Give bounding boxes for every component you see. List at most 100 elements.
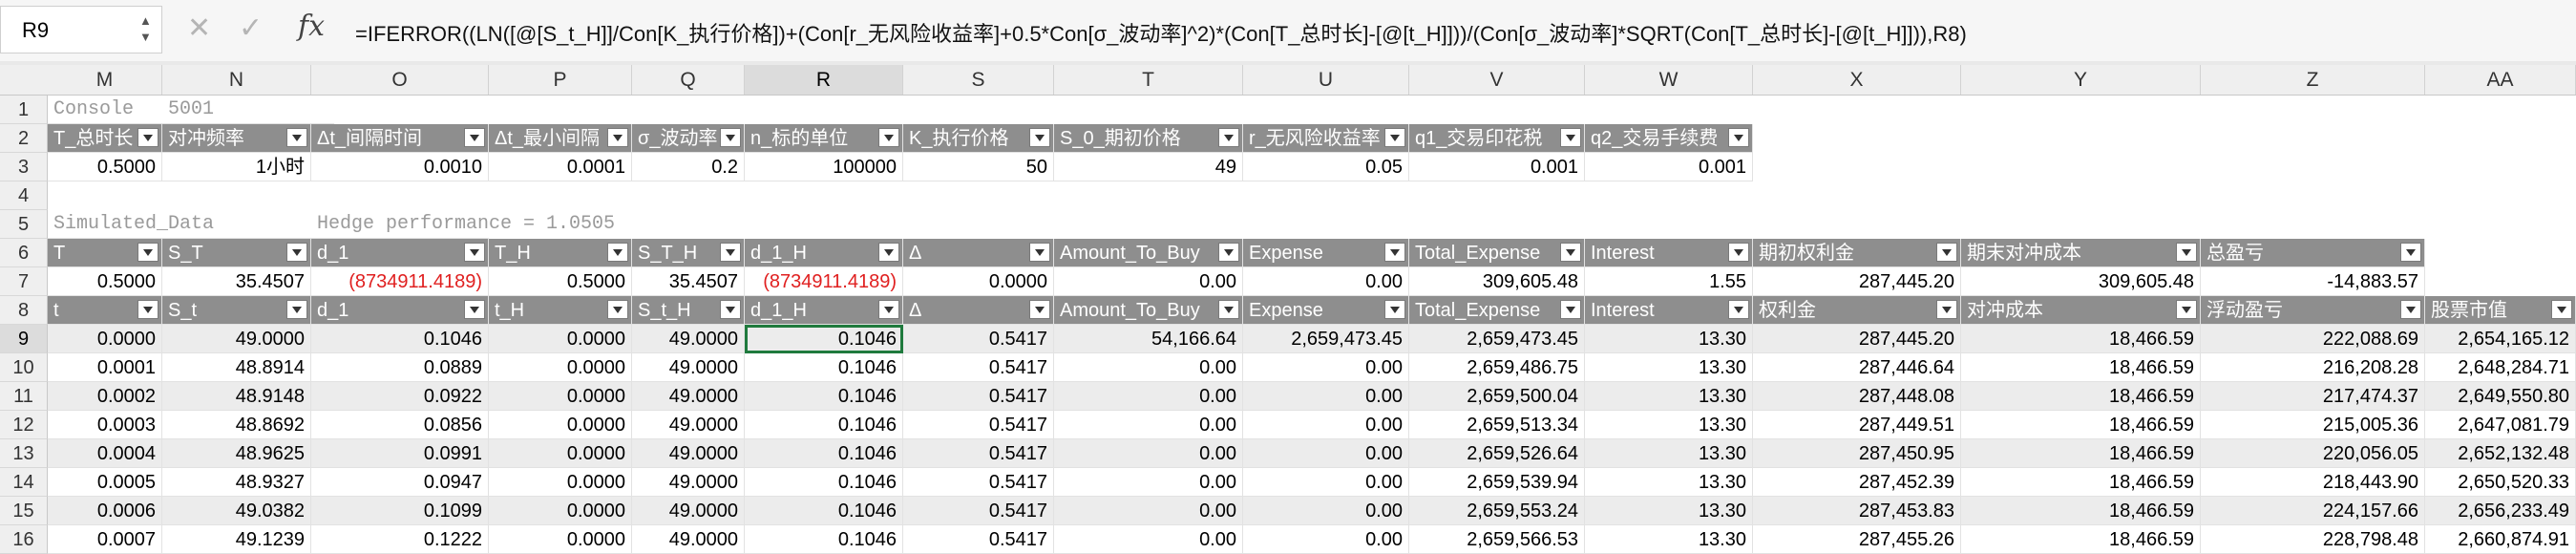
table-header-cell[interactable]: Interest	[1585, 239, 1753, 267]
table-header-cell[interactable]: q2_交易手续费	[1585, 124, 1753, 153]
cell-m16[interactable]: 0.0007	[48, 525, 162, 554]
table-header-cell[interactable]: Amount_To_Buy	[1054, 296, 1243, 325]
cell-aa11[interactable]: 2,649,550.80	[2425, 382, 2576, 411]
cell-t9[interactable]: 54,166.64	[1054, 325, 1243, 353]
cell-p7[interactable]: 0.5000	[489, 267, 632, 296]
table-header-cell[interactable]: t	[48, 296, 162, 325]
cell-m7[interactable]: 0.5000	[48, 267, 162, 296]
cell-v13[interactable]: 2,659,526.64	[1409, 439, 1585, 468]
column-header-v[interactable]: V	[1409, 65, 1585, 95]
cell-n10[interactable]: 48.8914	[162, 353, 311, 382]
filter-dropdown-icon[interactable]	[1218, 300, 1239, 319]
cell-p10[interactable]: 0.0000	[489, 353, 632, 382]
table-header-cell[interactable]: d_1	[311, 239, 489, 267]
cell-x10[interactable]: 287,446.64	[1753, 353, 1961, 382]
row-header[interactable]: 5	[0, 210, 48, 239]
cell-x9[interactable]: 287,445.20	[1753, 325, 1961, 353]
cell-r3[interactable]: 100000	[745, 153, 903, 181]
cell-r11[interactable]: 0.1046	[745, 382, 903, 411]
cell-r10[interactable]: 0.1046	[745, 353, 903, 382]
cell-n1[interactable]: 5001	[162, 96, 311, 124]
cell-o15[interactable]: 0.1099	[311, 497, 489, 525]
cancel-icon[interactable]: ✕	[187, 11, 211, 45]
cell-z14[interactable]: 218,443.90	[2201, 468, 2425, 497]
cell-w10[interactable]: 13.30	[1585, 353, 1753, 382]
cell-aa15[interactable]: 2,656,233.49	[2425, 497, 2576, 525]
table-header-cell[interactable]: Δt_最小间隔	[489, 124, 632, 153]
cell-r12[interactable]: 0.1046	[745, 411, 903, 439]
cell-y16[interactable]: 18,466.59	[1961, 525, 2201, 554]
cell-t13[interactable]: 0.00	[1054, 439, 1243, 468]
filter-dropdown-icon[interactable]	[464, 128, 485, 147]
cell-w14[interactable]: 13.30	[1585, 468, 1753, 497]
cell-u11[interactable]: 0.00	[1243, 382, 1409, 411]
formula-input[interactable]: =IFERROR((LN([@[S_t_H]]/Con[K_执行价格])+(Co…	[355, 17, 1967, 48]
column-header-w[interactable]: W	[1585, 65, 1753, 95]
filter-dropdown-icon[interactable]	[1029, 128, 1050, 147]
table-header-cell[interactable]: S_0_期初价格	[1054, 124, 1243, 153]
cell-s12[interactable]: 0.5417	[903, 411, 1054, 439]
cell-p16[interactable]: 0.0000	[489, 525, 632, 554]
column-header-y[interactable]: Y	[1961, 65, 2201, 95]
cell-m15[interactable]: 0.0006	[48, 497, 162, 525]
cell-o7[interactable]: (8734911.4189)	[311, 267, 489, 296]
filter-dropdown-icon[interactable]	[2176, 300, 2197, 319]
table-header-cell[interactable]: T	[48, 239, 162, 267]
table-header-cell[interactable]: Expense	[1243, 296, 1409, 325]
cell-v12[interactable]: 2,659,513.34	[1409, 411, 1585, 439]
row-header[interactable]: 13	[0, 439, 48, 468]
table-header-cell[interactable]: T_H	[489, 239, 632, 267]
cell-y13[interactable]: 18,466.59	[1961, 439, 2201, 468]
cell-w15[interactable]: 13.30	[1585, 497, 1753, 525]
cell-u10[interactable]: 0.00	[1243, 353, 1409, 382]
table-header-cell[interactable]: 权利金	[1753, 296, 1961, 325]
filter-dropdown-icon[interactable]	[464, 300, 485, 319]
cell-u16[interactable]: 0.00	[1243, 525, 1409, 554]
cell-p12[interactable]: 0.0000	[489, 411, 632, 439]
cell-y10[interactable]: 18,466.59	[1961, 353, 2201, 382]
cell-p15[interactable]: 0.0000	[489, 497, 632, 525]
table-header-cell[interactable]: S_t	[162, 296, 311, 325]
cell-z9[interactable]: 222,088.69	[2201, 325, 2425, 353]
filter-dropdown-icon[interactable]	[286, 300, 307, 319]
filter-dropdown-icon[interactable]	[878, 128, 899, 147]
table-header-cell[interactable]: σ_波动率	[632, 124, 745, 153]
cell-u14[interactable]: 0.00	[1243, 468, 1409, 497]
cell-m3[interactable]: 0.5000	[48, 153, 162, 181]
cell-w16[interactable]: 13.30	[1585, 525, 1753, 554]
cell-v10[interactable]: 2,659,486.75	[1409, 353, 1585, 382]
column-header-m[interactable]: M	[48, 65, 162, 95]
table-header-cell[interactable]: d_1	[311, 296, 489, 325]
table-header-cell[interactable]: K_执行价格	[903, 124, 1054, 153]
cell-s11[interactable]: 0.5417	[903, 382, 1054, 411]
name-box-stepper-icon[interactable]: ▲ ▼	[139, 12, 152, 45]
column-header-r[interactable]: R	[745, 65, 903, 95]
filter-dropdown-icon[interactable]	[1384, 243, 1405, 262]
filter-dropdown-icon[interactable]	[137, 300, 158, 319]
cell-y15[interactable]: 18,466.59	[1961, 497, 2201, 525]
cell-aa10[interactable]: 2,648,284.71	[2425, 353, 2576, 382]
cell-z16[interactable]: 228,798.48	[2201, 525, 2425, 554]
table-header-cell[interactable]: S_T	[162, 239, 311, 267]
filter-dropdown-icon[interactable]	[2400, 243, 2421, 262]
table-header-cell[interactable]: r_无风险收益率	[1243, 124, 1409, 153]
row-header[interactable]: 1	[0, 96, 48, 124]
filter-dropdown-icon[interactable]	[1218, 128, 1239, 147]
table-header-cell[interactable]: d_1_H	[745, 296, 903, 325]
cell-z15[interactable]: 224,157.66	[2201, 497, 2425, 525]
row-header[interactable]: 3	[0, 153, 48, 181]
cell-u7[interactable]: 0.00	[1243, 267, 1409, 296]
cell-v3[interactable]: 0.001	[1409, 153, 1585, 181]
table-header-cell[interactable]: 对冲成本	[1961, 296, 2201, 325]
cell-o12[interactable]: 0.0856	[311, 411, 489, 439]
filter-dropdown-icon[interactable]	[2400, 300, 2421, 319]
cell-x14[interactable]: 287,452.39	[1753, 468, 1961, 497]
row-header[interactable]: 2	[0, 124, 48, 153]
cell-aa13[interactable]: 2,652,132.48	[2425, 439, 2576, 468]
cell-q13[interactable]: 49.0000	[632, 439, 745, 468]
table-header-cell[interactable]: Δt_间隔时间	[311, 124, 489, 153]
row-header[interactable]: 15	[0, 497, 48, 525]
filter-dropdown-icon[interactable]	[720, 128, 741, 147]
filter-dropdown-icon[interactable]	[1384, 300, 1405, 319]
cell-q7[interactable]: 35.4507	[632, 267, 745, 296]
